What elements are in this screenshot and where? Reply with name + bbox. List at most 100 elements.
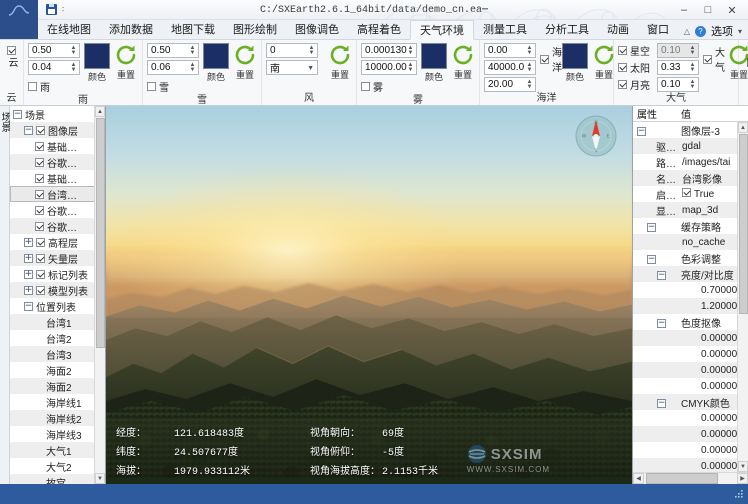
property-checkbox[interactable] <box>682 188 691 197</box>
rain-checkbox[interactable] <box>28 82 37 91</box>
scene-tree-item[interactable]: + 矢量层 <box>10 250 105 266</box>
close-button[interactable]: ✕ <box>720 1 744 19</box>
scene-tree-item[interactable]: 大气2 <box>10 458 105 474</box>
tree-item-checkbox[interactable] <box>36 285 45 295</box>
scene-tree-item[interactable]: + 高程层 <box>10 234 105 250</box>
wind-direction-caret-icon[interactable]: ▼ <box>307 65 314 72</box>
property-collapse-icon[interactable]: − <box>647 254 656 264</box>
tree-expand-icon[interactable]: + <box>24 269 33 279</box>
property-row[interactable]: 0.000000 <box>633 330 748 346</box>
tab-image-color[interactable]: 图像调色 <box>286 19 348 39</box>
options-caret-icon[interactable]: ▾ <box>738 27 742 36</box>
properties-hscrollbar[interactable]: ◀ ▶ <box>633 472 748 484</box>
wind-direction-select[interactable]: 南 ▼ <box>266 60 318 75</box>
ocean-reset-icon[interactable] <box>592 43 616 67</box>
property-collapse-icon[interactable]: − <box>637 126 646 136</box>
cloud-checkbox[interactable] <box>7 46 16 55</box>
scene-tree-item[interactable]: 谷歌… <box>10 202 105 218</box>
snow-reset-icon[interactable] <box>233 43 257 67</box>
fog-distance-stepper-icon[interactable]: ▲ ▼ <box>406 61 415 74</box>
rain-density-input[interactable]: 0.50 ▲ ▼ <box>28 43 80 58</box>
properties-hscroll-track[interactable] <box>644 473 737 484</box>
property-collapse-icon[interactable]: − <box>657 318 666 328</box>
rain-color-swatch[interactable] <box>84 43 110 69</box>
ocean-height-stepper-icon[interactable]: ▲ ▼ <box>525 44 534 57</box>
properties-scroll-right-button[interactable]: ▶ <box>737 473 748 484</box>
collapse-ribbon-icon[interactable]: △ <box>684 27 690 36</box>
properties-table[interactable]: − 图像层-3 驱… gdal 路…/images/tai 名… 台湾影像 启… True 显… m… <box>633 122 748 472</box>
snow-checkbox[interactable] <box>147 82 156 91</box>
scene-scroll-down-button[interactable]: ▼ <box>95 473 105 484</box>
scene-scroll-up-button[interactable]: ▲ <box>95 106 105 117</box>
property-row[interactable]: no_cache <box>633 234 748 250</box>
tree-item-checkbox[interactable] <box>36 253 45 263</box>
wind-speed-stepper-icon[interactable]: ▲ ▼ <box>307 44 316 57</box>
scene-tree-item[interactable]: 台湾… <box>10 186 105 202</box>
wind-speed-input[interactable]: 0 ▲ ▼ <box>266 43 318 58</box>
scene-tree-item[interactable]: + 模型列表 <box>10 282 105 298</box>
fog-checkbox[interactable] <box>361 82 370 91</box>
ocean-wave-stepper-icon[interactable]: ▲ ▼ <box>525 78 534 91</box>
scene-tree-item[interactable]: 谷歌… <box>10 218 105 234</box>
scene-tree-item[interactable]: 台湾1 <box>10 314 105 330</box>
tree-item-checkbox[interactable] <box>35 189 44 199</box>
tree-item-checkbox[interactable] <box>36 125 45 135</box>
property-row[interactable]: 0.000000 <box>633 362 748 378</box>
property-row[interactable]: 驱… gdal <box>633 138 748 154</box>
tree-collapse-icon[interactable]: − <box>13 109 22 119</box>
property-collapse-icon[interactable]: − <box>657 398 666 408</box>
scene-tree[interactable]: − 场景 − 图像层 基础… 谷歌… 基础… 台湾… 谷歌… 谷歌… + 高程层 + 矢量层 + 标记列表 + 模… <box>10 106 105 484</box>
property-row[interactable]: 启… True <box>633 186 748 202</box>
scene-tree-item[interactable]: 海面2 <box>10 378 105 394</box>
options-button[interactable]: 选项 <box>711 23 733 39</box>
fog-color-swatch[interactable] <box>421 43 447 69</box>
moon-input[interactable]: 0.10 ▲ ▼ <box>657 77 699 92</box>
property-row[interactable]: − 色度抠像 <box>633 314 748 330</box>
ocean-color-swatch[interactable] <box>562 43 588 69</box>
snow-density-input[interactable]: 0.50 ▲ ▼ <box>147 43 199 58</box>
property-collapse-icon[interactable]: − <box>647 222 656 232</box>
tab-map-download[interactable]: 地图下载 <box>162 19 224 39</box>
tab-weather-environment[interactable]: 天气环境 <box>410 20 474 40</box>
tree-expand-icon[interactable]: + <box>24 285 33 295</box>
3d-viewport[interactable]: NE SW SXSIM WWW.SXSIM.COM 经度： 121.618483… <box>106 106 632 484</box>
snow-color-swatch[interactable] <box>203 43 229 69</box>
property-row[interactable]: − CMYK颜色 <box>633 394 748 410</box>
scene-tree-item[interactable]: − 位置列表 <box>10 298 105 314</box>
datetime-button[interactable]: 日期/时间 ▾ <box>743 43 748 89</box>
moon-stepper-icon[interactable]: ▲ ▼ <box>688 78 697 91</box>
tab-animation[interactable]: 动画 <box>598 19 638 39</box>
fog-reset-icon[interactable] <box>451 43 475 67</box>
property-row[interactable]: 0.700000 <box>633 282 748 298</box>
properties-scroll-up-button[interactable]: ▲ <box>738 122 748 133</box>
properties-vscroll-thumb[interactable] <box>739 134 748 314</box>
scene-tree-item[interactable]: 海岸线3 <box>10 426 105 442</box>
sun-checkbox[interactable] <box>618 63 627 72</box>
tab-analysis-tools[interactable]: 分析工具 <box>536 19 598 39</box>
property-row[interactable]: − 色彩调整 <box>633 250 748 266</box>
scene-tree-item[interactable]: 基础… <box>10 170 105 186</box>
tree-item-checkbox[interactable] <box>36 237 45 247</box>
snow-size-input[interactable]: 0.06 ▲ ▼ <box>147 60 199 75</box>
snow-density-stepper-icon[interactable]: ▲ ▼ <box>188 44 197 57</box>
fog-density-stepper-icon[interactable]: ▲ ▼ <box>406 44 415 57</box>
fog-distance-input[interactable]: 10000.00 ▲ ▼ <box>361 60 417 75</box>
moon-checkbox[interactable] <box>618 80 627 89</box>
property-collapse-icon[interactable]: − <box>657 270 666 280</box>
ocean-wave-input[interactable]: 20.00 ▲ ▼ <box>484 77 536 92</box>
property-row[interactable]: 0.000000 <box>633 346 748 362</box>
scene-tree-item[interactable]: 海岸线2 <box>10 410 105 426</box>
property-row[interactable]: 0.000000 <box>633 410 748 426</box>
property-row[interactable]: 1.200000 <box>633 298 748 314</box>
properties-scroll-left-button[interactable]: ◀ <box>633 473 644 484</box>
property-row[interactable]: 路…/images/tai <box>633 154 748 170</box>
tab-window[interactable]: 窗口 <box>638 19 678 39</box>
fog-density-input[interactable]: 0.000130 ▲ ▼ <box>361 43 417 58</box>
property-row[interactable]: 0.000000 <box>633 442 748 458</box>
property-row[interactable]: − 图像层-3 <box>633 122 748 138</box>
wind-reset-icon[interactable] <box>328 43 352 67</box>
tab-online-map[interactable]: 在线地图 <box>38 19 100 39</box>
ocean-checkbox[interactable] <box>540 54 549 64</box>
compass-icon[interactable]: N E S W <box>574 114 618 158</box>
tree-item-checkbox[interactable] <box>35 221 44 231</box>
